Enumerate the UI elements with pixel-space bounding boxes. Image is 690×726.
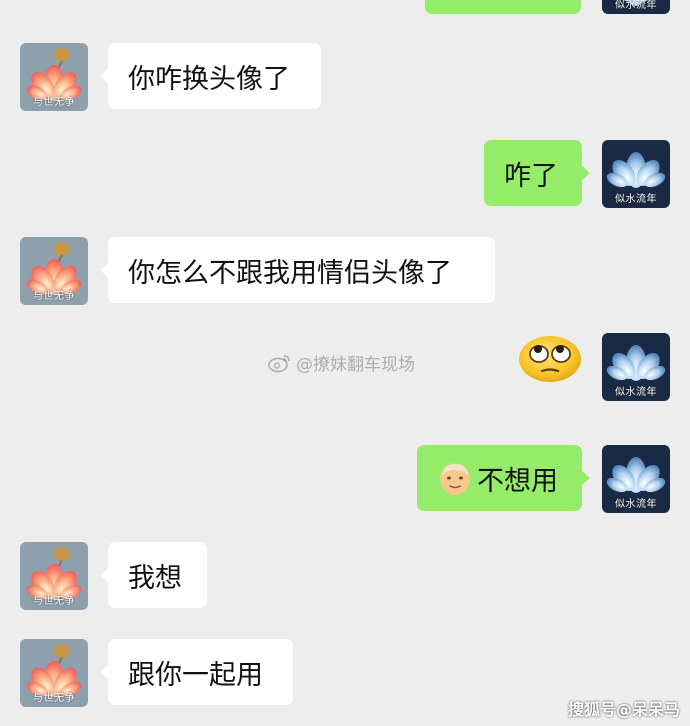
watermark-text: @撩妹翻车现场 [296,355,415,375]
my-avatar-caption: 似水流年 [615,499,657,510]
rolling-eyes-emoji[interactable] [518,334,582,384]
message-text: 不想用 [477,465,558,497]
sent-message-bubble[interactable]: 不想用 [417,445,590,511]
friend-avatar[interactable]: 与世无争 [20,639,88,707]
received-message-bubble[interactable]: 跟你一起用 [100,639,293,705]
received-message-bubble[interactable]: 我想 [100,542,207,608]
message-text: 跟你一起用 [128,659,263,691]
friend-avatar[interactable]: 与世无争 [20,43,88,111]
my-avatar-caption: 似水流年 [615,387,657,398]
my-avatar-caption: 似水流年 [615,0,657,11]
my-avatar-caption: 似水流年 [615,194,657,205]
sent-message-top-partial [425,0,581,14]
my-avatar[interactable]: 似水流年 [602,140,670,208]
friend-avatar-caption: 与世无争 [33,97,75,108]
sent-message-bubble[interactable]: 咋了 [484,140,590,206]
my-avatar[interactable]: 似水流年 [602,333,670,401]
old-man-emoji [440,463,470,495]
friend-avatar-caption: 与世无争 [33,693,75,704]
message-text: 你怎么不跟我用情侣头像了 [128,257,452,289]
received-message-bubble[interactable]: 你咋换头像了 [100,43,321,109]
message-text: 咋了 [504,160,558,192]
corner-watermark: 搜狐号@呆呆马 [567,700,680,719]
received-message-bubble[interactable]: 你怎么不跟我用情侣头像了 [100,237,495,303]
friend-avatar[interactable]: 与世无争 [20,237,88,305]
watermark: @撩妹翻车现场 [268,350,415,375]
friend-avatar-caption: 与世无争 [33,291,75,302]
message-text: 我想 [128,562,182,594]
my-avatar[interactable]: 似水流年 [602,445,670,513]
friend-avatar-caption: 与世无争 [33,596,75,607]
my-avatar-top-partial[interactable]: 似水流年 [602,0,670,14]
message-text: 你咋换头像了 [128,63,290,95]
friend-avatar[interactable]: 与世无争 [20,542,88,610]
weibo-logo-icon [268,354,290,372]
